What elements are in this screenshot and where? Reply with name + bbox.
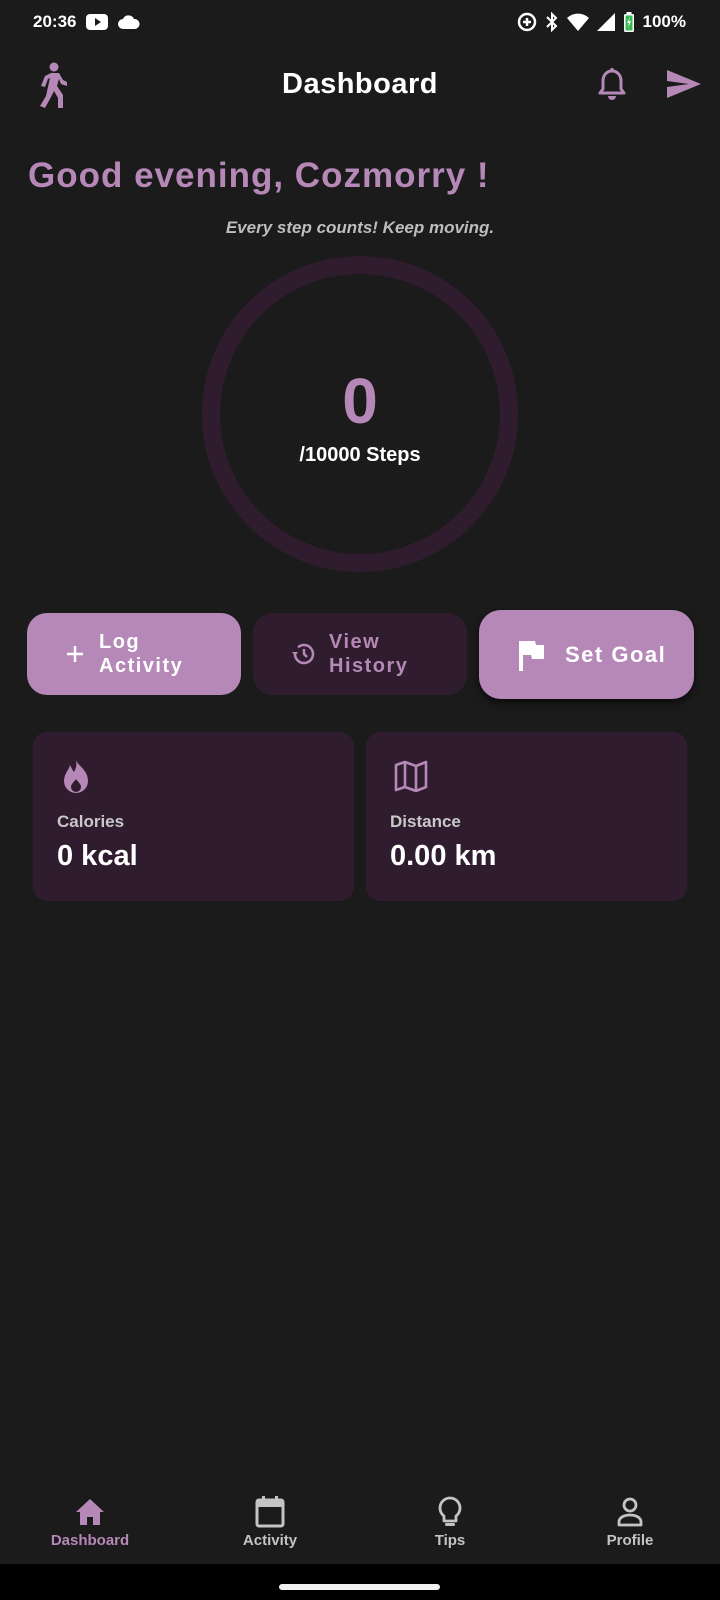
data-saver-icon [517, 12, 537, 32]
bell-icon[interactable] [598, 68, 626, 105]
app-bar: Dashboard [0, 50, 720, 120]
steps-value: 0 [342, 365, 378, 437]
log-activity-label: Log Activity [99, 631, 184, 677]
nav-label-activity: Activity [242, 1532, 298, 1549]
log-activity-button[interactable]: Log Activity [27, 613, 241, 695]
map-icon [394, 760, 428, 797]
nav-item-profile[interactable]: Profile [540, 1478, 720, 1564]
youtube-icon [86, 14, 109, 30]
status-left: 20:36 [33, 12, 141, 32]
nav-label-dashboard: Dashboard [50, 1532, 130, 1549]
status-bar: 20:36 100% [0, 0, 720, 44]
calories-card: Calories 0 kcal [33, 732, 354, 901]
wifi-icon [566, 13, 589, 31]
distance-label: Distance [390, 812, 461, 831]
view-history-label: View History [329, 631, 409, 677]
distance-value: 0.00 km [390, 840, 497, 872]
calendar-icon [255, 1496, 285, 1528]
flame-icon [61, 760, 91, 799]
home-icon [75, 1496, 105, 1528]
flag-icon [517, 639, 545, 671]
person-icon [616, 1496, 644, 1528]
status-time: 20:36 [33, 12, 77, 31]
set-goal-label: Set Goal [565, 641, 667, 667]
nav-item-activity[interactable]: Activity [180, 1478, 360, 1564]
steps-goal: /10000 Steps [299, 444, 421, 466]
greeting: Good evening, Cozmorry ! [28, 156, 490, 195]
signal-icon [596, 13, 615, 31]
nav-label-profile: Profile [606, 1532, 654, 1549]
calories-value: 0 kcal [57, 840, 138, 872]
system-gesture-area [0, 1564, 720, 1600]
history-icon [291, 642, 315, 666]
battery-percent: 100% [642, 12, 686, 31]
lightbulb-icon [438, 1496, 462, 1528]
calories-label: Calories [57, 812, 125, 831]
bottom-nav: Dashboard Activity Tips Profile [0, 1478, 720, 1564]
set-goal-button[interactable]: Set Goal [479, 610, 694, 699]
bluetooth-icon [545, 12, 559, 32]
battery-icon [623, 12, 635, 32]
send-icon[interactable] [667, 70, 701, 103]
plus-icon [65, 644, 85, 664]
motto: Every step counts! Keep moving. [225, 218, 495, 237]
status-right: 100% [517, 12, 686, 32]
nav-item-tips[interactable]: Tips [360, 1478, 540, 1564]
home-gesture-bar[interactable] [279, 1584, 440, 1590]
nav-label-tips: Tips [434, 1532, 466, 1549]
view-history-button[interactable]: View History [253, 613, 467, 695]
distance-card: Distance 0.00 km [366, 732, 687, 901]
nav-item-dashboard[interactable]: Dashboard [0, 1478, 180, 1564]
cloud-icon [118, 15, 141, 29]
